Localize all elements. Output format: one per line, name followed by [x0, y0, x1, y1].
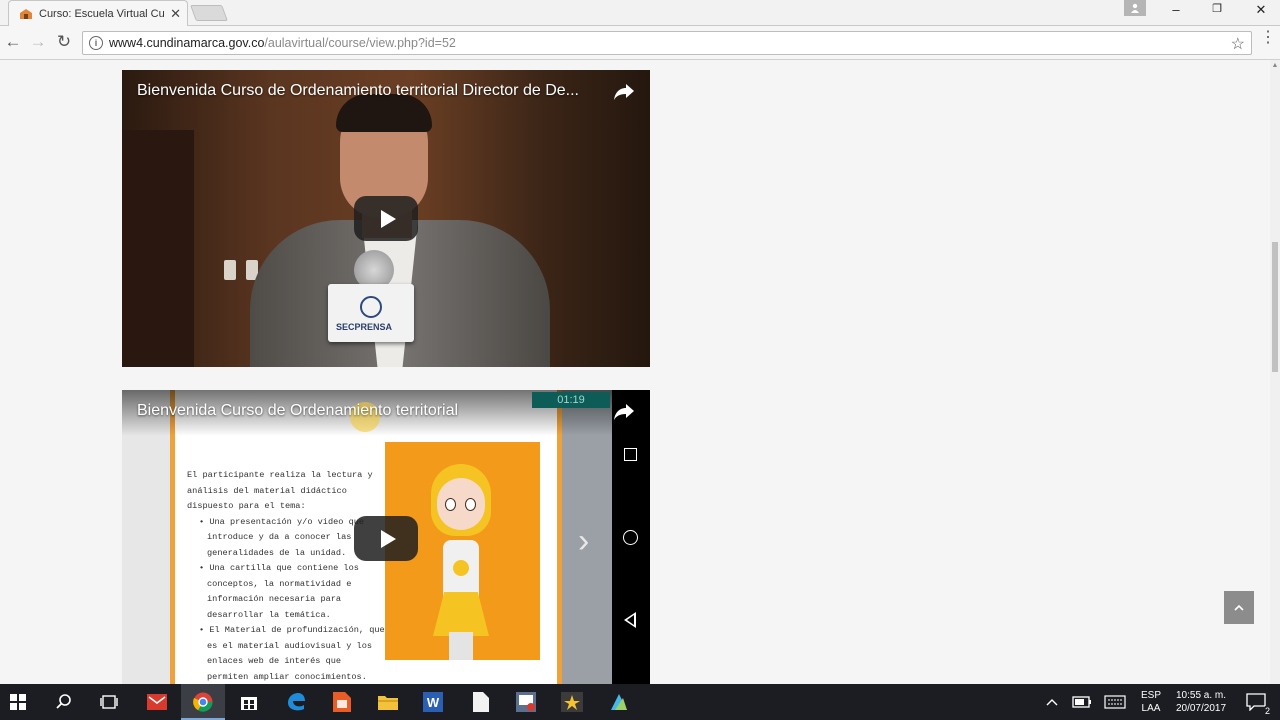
video-player-1[interactable]: SECPRENSA Bienvenida Curso de Ordenamien…: [122, 70, 650, 367]
play-icon: [380, 529, 396, 548]
page-content: SECPRENSA Bienvenida Curso de Ordenamien…: [0, 60, 1270, 684]
microphone-label: SECPRENSA: [336, 322, 393, 332]
windows-taskbar: W ESP LAA 10:55 a. m. 20/07/2017 2: [0, 684, 1280, 720]
store-icon[interactable]: [237, 690, 261, 714]
url-host: www4.cundinamarca.gov.co: [109, 36, 265, 50]
edge-browser-icon[interactable]: [284, 690, 308, 714]
mail-app-icon[interactable]: [145, 690, 169, 714]
tab-close-icon[interactable]: ✕: [170, 6, 181, 22]
windows-start-icon[interactable]: [6, 690, 30, 714]
profile-icon[interactable]: [1124, 0, 1146, 16]
chevron-up-icon: [1234, 604, 1244, 611]
video-title[interactable]: Bienvenida Curso de Ordenamiento territo…: [137, 82, 579, 100]
browser-tab[interactable]: Curso: Escuela Virtual Cu ✕: [8, 0, 188, 26]
search-icon[interactable]: [52, 690, 76, 714]
back-icon[interactable]: ←: [2, 32, 24, 52]
chevron-right-icon[interactable]: ›: [578, 522, 589, 561]
file-explorer-icon[interactable]: [376, 690, 400, 714]
task-view-icon[interactable]: [97, 690, 121, 714]
cartoon-badge: [453, 560, 469, 576]
forward-icon[interactable]: →: [27, 32, 49, 52]
url-path: /aulavirtual/course/view.php?id=52: [264, 36, 456, 50]
battery-icon[interactable]: [1070, 690, 1094, 714]
maximize-button[interactable]: ❐: [1204, 2, 1230, 15]
browser-toolbar: ← → ↻ i www4.cundinamarca.gov.co/aulavir…: [0, 26, 1280, 60]
secprensa-logo-icon: [360, 296, 382, 318]
play-button[interactable]: [354, 196, 418, 241]
video-1-switch: [224, 260, 236, 280]
recent-apps-icon[interactable]: [624, 448, 637, 461]
cartoon-eye: [465, 498, 476, 511]
reload-icon[interactable]: ↻: [53, 32, 75, 52]
tab-title: Curso: Escuela Virtual Cu: [39, 7, 165, 20]
word-icon[interactable]: W: [421, 690, 445, 714]
play-button[interactable]: [354, 516, 418, 561]
video-player-2[interactable]: El participante realiza la lectura y aná…: [122, 390, 650, 684]
bookmark-star-icon[interactable]: ☆: [1231, 34, 1245, 54]
course-favicon-icon: [20, 8, 32, 19]
drawing-app-icon[interactable]: [607, 690, 631, 714]
scroll-up-icon[interactable]: ▲: [1270, 62, 1280, 69]
svg-text:W: W: [427, 695, 440, 710]
address-bar[interactable]: i www4.cundinamarca.gov.co/aulavirtual/c…: [82, 31, 1252, 55]
new-tab-button[interactable]: [190, 5, 228, 21]
share-icon[interactable]: [614, 404, 634, 420]
minimize-button[interactable]: –: [1163, 2, 1189, 17]
slide-bullet-3: • El Material de profundización, que es …: [199, 625, 385, 682]
keyboard-icon[interactable]: [1103, 690, 1127, 714]
play-icon: [380, 209, 396, 228]
cartoon-eye: [445, 498, 456, 511]
video-1-door: [122, 130, 194, 367]
video-timer: 01:19: [532, 392, 610, 408]
cartoon-legs: [449, 632, 473, 660]
back-to-top-button[interactable]: [1224, 591, 1254, 624]
chrome-icon[interactable]: [191, 690, 215, 714]
home-circle-icon[interactable]: [623, 530, 638, 545]
page-scrollbar[interactable]: ▲: [1270, 60, 1280, 684]
close-window-button[interactable]: ✕: [1248, 2, 1274, 18]
notification-count: 2: [1264, 706, 1270, 716]
slide-bullet-2: • Una cartilla que contiene los concepto…: [199, 563, 359, 620]
video-title[interactable]: Bienvenida Curso de Ordenamiento territo…: [137, 402, 458, 420]
back-triangle-icon[interactable]: [624, 612, 636, 628]
tab-strip: Curso: Escuela Virtual Cu ✕ – ❐ ✕: [0, 0, 1280, 26]
scrollbar-thumb[interactable]: [1272, 242, 1278, 372]
slide-intro: El participante realiza la lectura y aná…: [187, 470, 373, 511]
site-info-icon[interactable]: i: [89, 36, 103, 50]
share-icon[interactable]: [614, 84, 634, 100]
video-editor-icon[interactable]: [514, 690, 538, 714]
chevron-up-icon[interactable]: [1040, 690, 1064, 714]
notifications-icon[interactable]: 2: [1244, 690, 1270, 716]
input-language[interactable]: ESP LAA: [1136, 689, 1166, 715]
browser-menu-icon[interactable]: ⋮: [1260, 30, 1276, 46]
clock[interactable]: 10:55 a. m. 20/07/2017: [1168, 689, 1234, 715]
slide-text: El participante realiza la lectura y aná…: [187, 468, 385, 684]
powerpoint-file-icon[interactable]: [330, 690, 354, 714]
cartoon-skirt: [433, 592, 489, 636]
movie-maker-icon[interactable]: [560, 690, 584, 714]
document-icon[interactable]: [469, 690, 493, 714]
